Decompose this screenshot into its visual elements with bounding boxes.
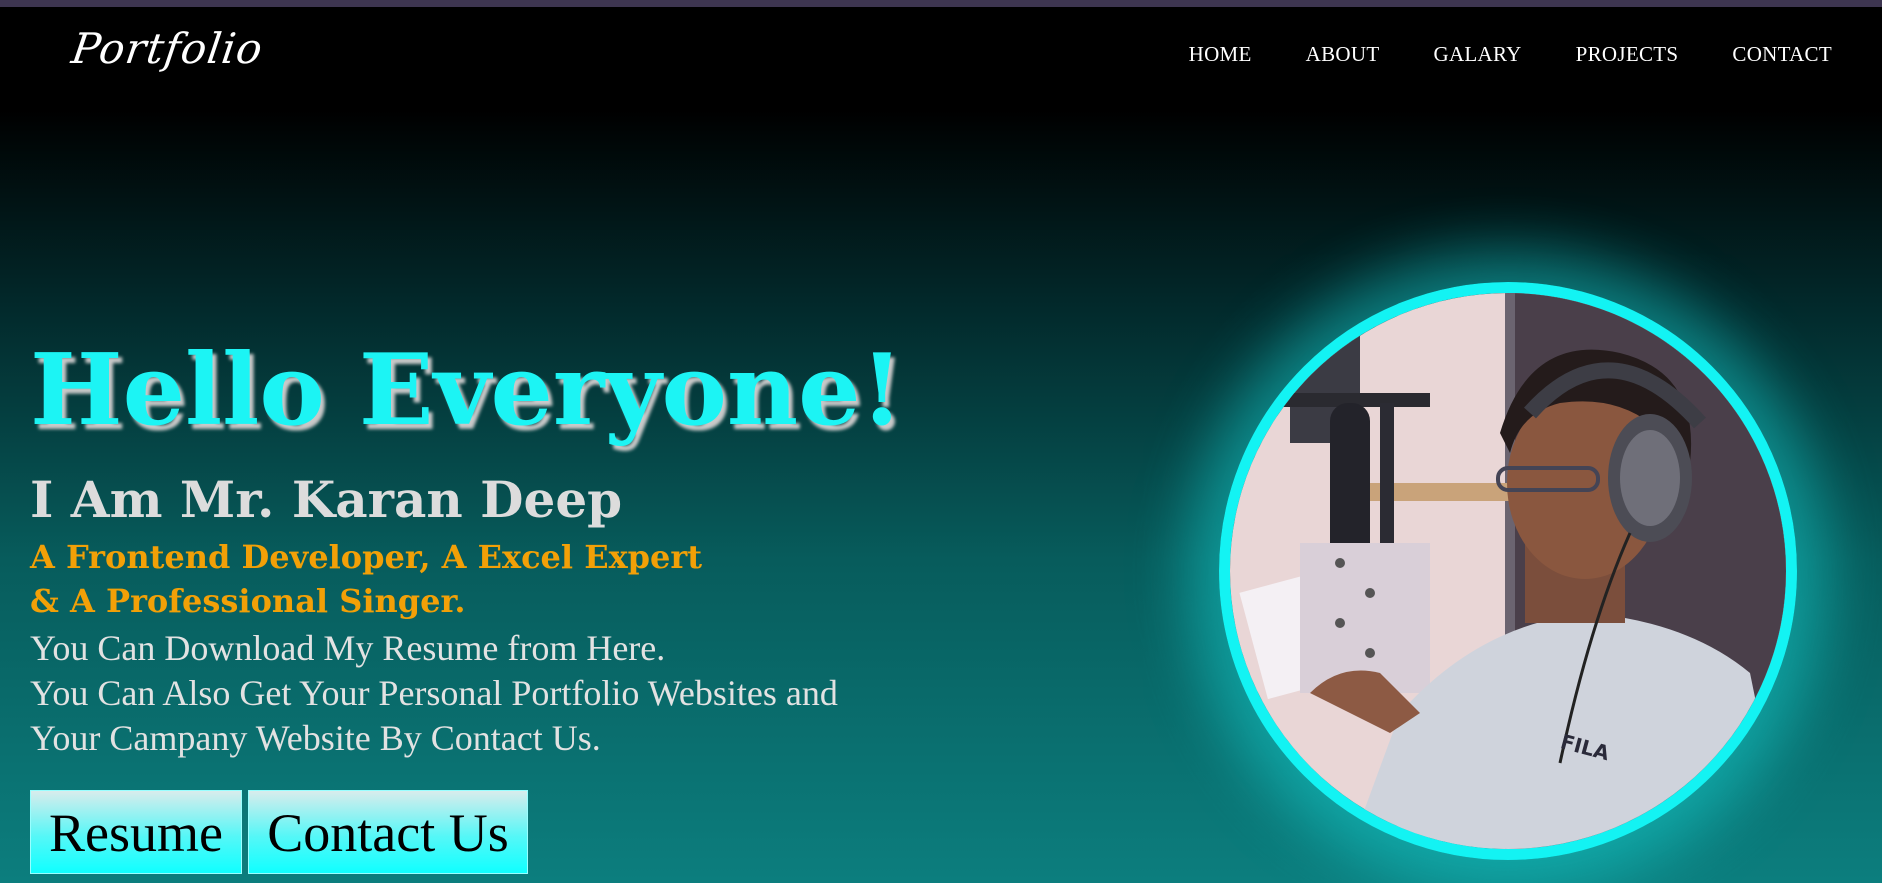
profile-photo: FILA <box>1219 282 1797 860</box>
nav-about[interactable]: ABOUT <box>1306 42 1380 67</box>
site-logo[interactable]: Portfolio <box>69 24 267 73</box>
hero-description-line-1: You Can Download My Resume from Here. <box>30 628 666 668</box>
resume-button[interactable]: Resume <box>30 790 242 874</box>
profile-photo-illustration: FILA <box>1230 293 1786 849</box>
hero-description-line-2: You Can Also Get Your Personal Portfolio… <box>30 673 838 713</box>
nav-home[interactable]: HOME <box>1189 42 1252 67</box>
contact-us-button[interactable]: Contact Us <box>248 790 528 874</box>
hero-title: Hello Everyone! <box>30 333 904 448</box>
hero-role-line-2: & A Professional Singer. <box>30 582 466 620</box>
top-accent-line <box>0 0 1882 7</box>
nav-contact[interactable]: CONTACT <box>1732 42 1832 67</box>
hero-description-line-3: Your Campany Website By Contact Us. <box>30 718 601 758</box>
nav-projects[interactable]: PROJECTS <box>1576 42 1679 67</box>
hero-role-line-1: A Frontend Developer, A Excel Expert <box>30 538 703 576</box>
hero-name: I Am Mr. Karan Deep <box>30 470 623 529</box>
main-nav: HOME ABOUT GALARY PROJECTS CONTACT <box>1189 42 1832 67</box>
nav-gallery[interactable]: GALARY <box>1434 42 1522 67</box>
